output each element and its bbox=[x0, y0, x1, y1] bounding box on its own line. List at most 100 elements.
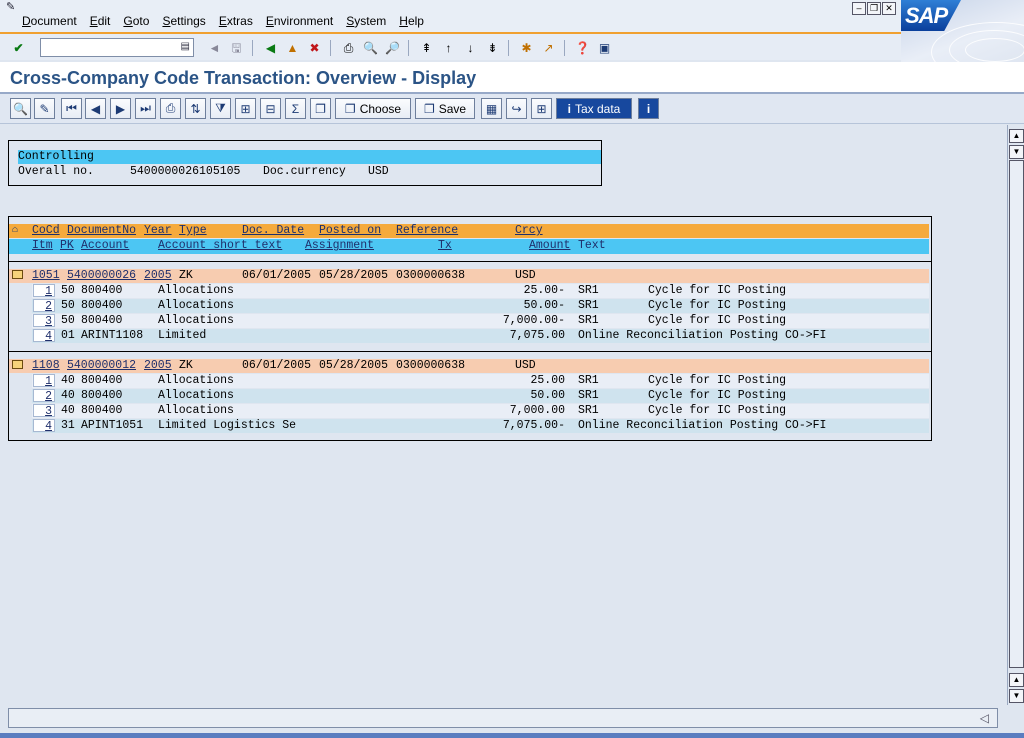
print-button[interactable]: ⎙ bbox=[160, 98, 181, 119]
table-row[interactable]: 3 50 800400 Allocations 7,000.00- SR1 Cy… bbox=[32, 314, 929, 328]
col-crcy[interactable]: Crcy bbox=[515, 224, 543, 237]
table-row[interactable]: 2 40 800400 Allocations 50.00 SR1 Cycle … bbox=[32, 389, 929, 403]
previous-page-icon[interactable]: ↑ bbox=[440, 39, 457, 56]
command-input[interactable] bbox=[41, 39, 171, 56]
menu-help[interactable]: Help bbox=[399, 14, 424, 28]
create-session-icon[interactable]: ✱ bbox=[518, 39, 535, 56]
restore-icon[interactable]: ❐ bbox=[867, 2, 881, 15]
col-text[interactable]: Text bbox=[578, 239, 606, 252]
command-field[interactable]: ▤ bbox=[40, 38, 194, 57]
info-icon: i bbox=[567, 101, 571, 116]
table-row[interactable]: 2 50 800400 Allocations 50.00- SR1 Cycle… bbox=[32, 299, 929, 313]
col-year[interactable]: Year bbox=[144, 224, 172, 237]
structure-icon: ⊞ bbox=[536, 101, 547, 116]
export-button[interactable]: ↪ bbox=[506, 98, 527, 119]
table-row[interactable]: 3 40 800400 Allocations 7,000.00 SR1 Cyc… bbox=[32, 404, 929, 418]
status-toggle-icon[interactable]: ◁ bbox=[980, 711, 989, 725]
col-itm[interactable]: Itm bbox=[32, 239, 53, 252]
sort-button[interactable]: ⇅ bbox=[185, 98, 206, 119]
page-down-icon[interactable]: ▲ bbox=[1009, 673, 1024, 687]
document-header-row[interactable]: 1051 5400000026 2005 ZK 06/01/2005 05/28… bbox=[9, 269, 929, 283]
tax-data-button[interactable]: i Tax data bbox=[556, 98, 632, 119]
col-cocd[interactable]: CoCd bbox=[32, 224, 60, 237]
expand-button[interactable]: ⊞ bbox=[235, 98, 256, 119]
sum-button[interactable]: Σ bbox=[285, 98, 306, 119]
change-button[interactable]: ✎ bbox=[34, 98, 55, 119]
separator bbox=[508, 40, 509, 56]
next-entry-button[interactable]: ▶ bbox=[110, 98, 131, 119]
menu-settings[interactable]: Settings bbox=[162, 14, 205, 28]
page-up-icon[interactable]: ▼ bbox=[1009, 145, 1024, 159]
menu-edit[interactable]: Edit bbox=[90, 14, 111, 28]
table-row[interactable]: 4 01 ARINT1108 Limited 7,075.00 Online R… bbox=[32, 329, 929, 343]
find-next-icon[interactable]: 🔎 bbox=[384, 39, 401, 56]
folder-icon[interactable] bbox=[12, 270, 23, 279]
first-page-icon[interactable]: ⇞ bbox=[418, 39, 435, 56]
first-entry-button[interactable]: ⏮ bbox=[61, 98, 82, 119]
col-posted[interactable]: Posted on bbox=[319, 224, 381, 237]
help-icon[interactable]: ❓ bbox=[574, 39, 591, 56]
last-page-icon[interactable]: ⇟ bbox=[484, 39, 501, 56]
exit-icon[interactable]: ▲ bbox=[284, 39, 301, 56]
table-row[interactable]: 1 40 800400 Allocations 25.00 SR1 Cycle … bbox=[32, 374, 929, 388]
shortcut-icon[interactable]: ↗ bbox=[540, 39, 557, 56]
collapse-button[interactable]: ⊟ bbox=[260, 98, 281, 119]
table-row[interactable]: 4 31 APINT1051 Limited Logistics Se 7,07… bbox=[32, 419, 929, 433]
col-pk[interactable]: PK bbox=[60, 239, 74, 252]
scroll-down-icon[interactable]: ▼ bbox=[1009, 689, 1024, 703]
display-document-button[interactable]: 🔍 bbox=[10, 98, 31, 119]
menu-environment[interactable]: Environment bbox=[266, 14, 333, 28]
print-icon[interactable]: ⎙ bbox=[340, 39, 357, 56]
menu-document[interactable]: Document bbox=[22, 14, 77, 28]
status-message-field: ◁ bbox=[8, 708, 998, 728]
scroll-thumb[interactable] bbox=[1009, 160, 1024, 668]
close-window-icon[interactable]: ✕ bbox=[882, 2, 896, 15]
menu-goto[interactable]: Goto bbox=[123, 14, 149, 28]
col-reference[interactable]: Reference bbox=[396, 224, 458, 237]
col-docdate[interactable]: Doc. Date bbox=[242, 224, 304, 237]
sigma-icon: Σ bbox=[291, 101, 300, 116]
controlling-header: Controlling bbox=[18, 150, 601, 164]
menu-icon[interactable]: ✎ bbox=[6, 0, 20, 13]
col-assignment[interactable]: Assignment bbox=[305, 239, 374, 252]
minimize-icon[interactable]: – bbox=[852, 2, 866, 15]
find-icon[interactable]: 🔍 bbox=[362, 39, 379, 56]
col-amount[interactable]: Amount bbox=[529, 239, 570, 252]
layout-menu-icon[interactable]: ▣ bbox=[596, 39, 613, 56]
folder-icon[interactable] bbox=[12, 360, 23, 369]
col-short-text[interactable]: Account short text bbox=[158, 239, 282, 252]
filter-button[interactable]: ⧩ bbox=[210, 98, 231, 119]
save-button[interactable]: ❐ Save bbox=[415, 98, 475, 119]
dropdown-icon[interactable]: ▤ bbox=[181, 41, 190, 52]
back-icon[interactable]: ◀ bbox=[262, 39, 279, 56]
save-disk-icon[interactable]: 🖫 bbox=[228, 39, 245, 56]
history-back-icon[interactable]: ◄ bbox=[206, 39, 223, 56]
choose-button[interactable]: ❐ Choose bbox=[335, 98, 411, 119]
table-row[interactable]: 1 50 800400 Allocations 25.00- SR1 Cycle… bbox=[32, 284, 929, 298]
last-entry-button[interactable]: ⏭ bbox=[135, 98, 156, 119]
col-type[interactable]: Type bbox=[179, 224, 207, 237]
cancel-icon[interactable]: ✖ bbox=[306, 39, 323, 56]
col-docno[interactable]: DocumentNo bbox=[67, 224, 136, 237]
expand-icon: ⊞ bbox=[240, 101, 251, 116]
controlling-box: Controlling Overall no. 5400000026105105… bbox=[8, 140, 602, 186]
next-page-icon[interactable]: ↓ bbox=[462, 39, 479, 56]
save-icon: ❐ bbox=[423, 101, 435, 116]
structure-button[interactable]: ⊞ bbox=[531, 98, 552, 119]
menu-system[interactable]: System bbox=[346, 14, 386, 28]
col-account[interactable]: Account bbox=[81, 239, 129, 252]
separator bbox=[408, 40, 409, 56]
menu-items: Document Edit Goto Settings Extras Envir… bbox=[22, 14, 437, 28]
hierarchy-icon[interactable]: ⌂ bbox=[12, 225, 18, 236]
previous-entry-button[interactable]: ◀ bbox=[85, 98, 106, 119]
vertical-scrollbar[interactable]: ▲ ▼ ▲ ▼ bbox=[1007, 125, 1024, 705]
scroll-up-icon[interactable]: ▲ bbox=[1009, 129, 1024, 143]
layout-button[interactable]: ▦ bbox=[481, 98, 502, 119]
document-header-row[interactable]: 1108 5400000012 2005 ZK 06/01/2005 05/28… bbox=[9, 359, 929, 373]
info-button[interactable]: i bbox=[638, 98, 659, 119]
menu-extras[interactable]: Extras bbox=[219, 14, 253, 28]
copy-button[interactable]: ❐ bbox=[310, 98, 331, 119]
col-tx[interactable]: Tx bbox=[438, 239, 452, 252]
enter-icon[interactable]: ✔ bbox=[10, 39, 27, 56]
section-divider bbox=[9, 351, 931, 352]
